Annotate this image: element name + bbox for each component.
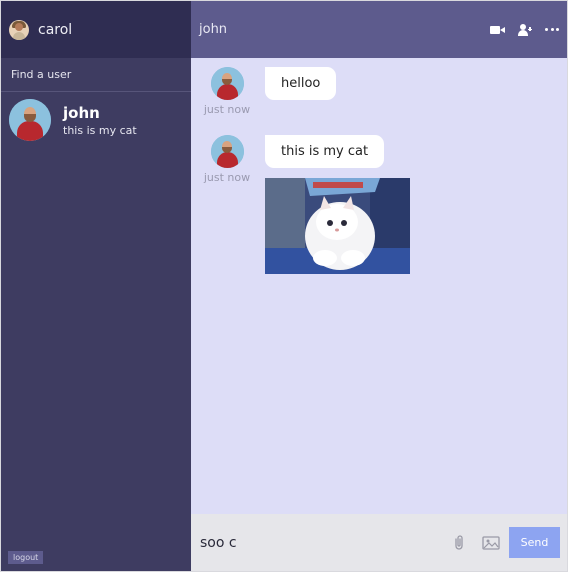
- current-user-avatar: [9, 19, 29, 40]
- current-user-bar: carol: [1, 1, 191, 58]
- attachment-icon[interactable]: [454, 534, 464, 551]
- message: just now this is my cat: [199, 135, 410, 274]
- avatar: [210, 135, 244, 168]
- logout-button[interactable]: logout: [8, 551, 44, 564]
- video-camera-icon[interactable]: [490, 25, 505, 35]
- message-bubble: helloo: [265, 67, 337, 100]
- chat-panel: john just now helloo just now this is my…: [191, 1, 567, 571]
- more-icon[interactable]: [545, 28, 559, 32]
- search-input[interactable]: [11, 68, 171, 81]
- sidebar: carol john this is my cat logout: [1, 1, 191, 571]
- chat-header: john: [191, 1, 567, 58]
- cat-photo: [265, 178, 410, 274]
- message-meta: just now: [199, 67, 255, 116]
- add-user-icon[interactable]: [518, 23, 532, 36]
- avatar: [9, 99, 51, 141]
- messages-area: just now helloo just now this is my cat: [191, 58, 567, 514]
- chat-header-icons: [490, 23, 559, 36]
- message-content: this is my cat: [265, 135, 410, 274]
- message-input[interactable]: [200, 534, 454, 551]
- user-search: [1, 58, 191, 92]
- chat-list-item-info: john this is my cat: [63, 104, 137, 137]
- message-time: just now: [203, 171, 251, 184]
- chat-app: carol john this is my cat logout john: [0, 0, 568, 572]
- message-meta: just now: [199, 135, 255, 274]
- avatar: [210, 67, 244, 100]
- current-user-name: carol: [38, 21, 73, 38]
- message-time: just now: [203, 103, 251, 116]
- send-button[interactable]: Send: [509, 527, 560, 558]
- image-upload-icon[interactable]: [482, 535, 500, 550]
- message-bubble: this is my cat: [265, 135, 385, 168]
- message-input-bar: Send: [191, 514, 567, 571]
- chat-title: john: [199, 22, 228, 37]
- chat-list-item-last-message: this is my cat: [63, 123, 137, 137]
- chat-list-item-john[interactable]: john this is my cat: [1, 92, 191, 148]
- chat-list-item-name: john: [63, 103, 100, 122]
- message-content: helloo: [265, 67, 337, 116]
- message: just now helloo: [199, 67, 337, 116]
